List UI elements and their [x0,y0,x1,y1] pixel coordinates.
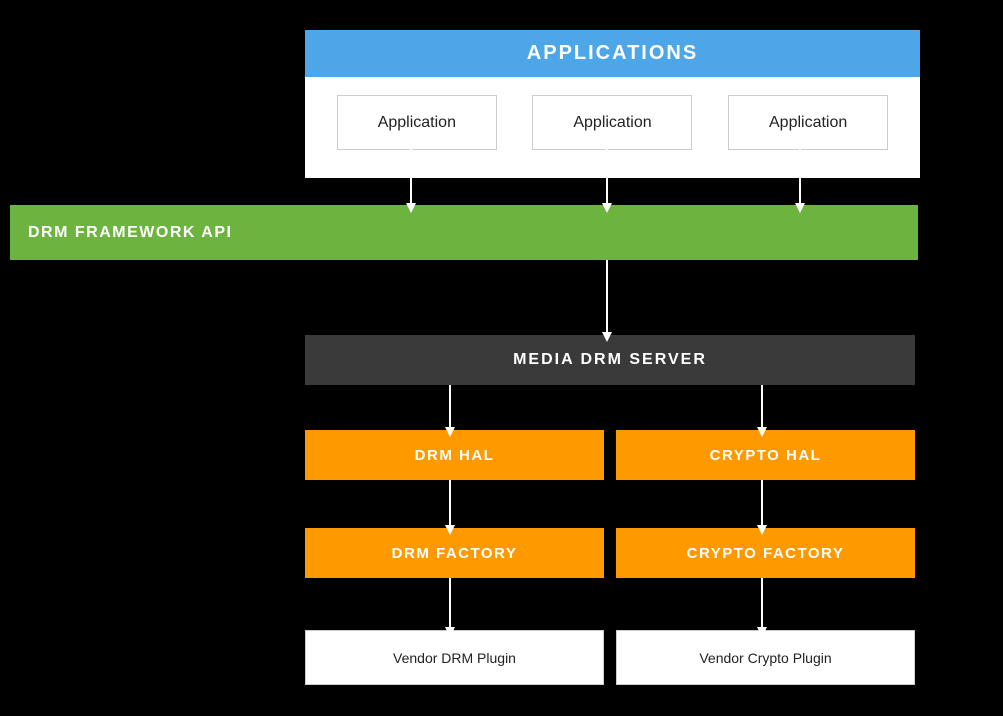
drm-framework-label: DRM FRAMEWORK API [28,224,232,242]
crypto-hal-box: CRYPTO HAL [616,430,915,480]
vendor-drm-plugin-box: Vendor DRM Plugin [305,630,604,685]
applications-body: Application Application Application [305,77,920,178]
drm-hal-box: DRM HAL [305,430,604,480]
drm-framework-bar: DRM FRAMEWORK API [10,205,918,260]
diagram: APPLICATIONS Application Application App… [0,0,1003,716]
media-drm-server-label: MEDIA DRM SERVER [513,351,707,369]
hal-row: DRM HAL CRYPTO HAL [305,430,915,480]
vendor-drm-plugin-label: Vendor DRM Plugin [393,650,516,666]
application-box-3: Application [728,95,888,150]
crypto-factory-label: CRYPTO FACTORY [687,545,845,562]
applications-header: APPLICATIONS [305,30,920,77]
drm-hal-label: DRM HAL [415,447,495,464]
vendor-crypto-plugin-box: Vendor Crypto Plugin [616,630,915,685]
vendor-crypto-plugin-label: Vendor Crypto Plugin [699,650,831,666]
factory-row: DRM FACTORY CRYPTO FACTORY [305,528,915,578]
drm-factory-box: DRM FACTORY [305,528,604,578]
media-drm-server-bar: MEDIA DRM SERVER [305,335,915,385]
crypto-factory-box: CRYPTO FACTORY [616,528,915,578]
drm-factory-label: DRM FACTORY [392,545,518,562]
crypto-hal-label: CRYPTO HAL [710,447,822,464]
vendor-row: Vendor DRM Plugin Vendor Crypto Plugin [305,630,915,685]
application-box-2: Application [532,95,692,150]
application-box-1: Application [337,95,497,150]
applications-container: APPLICATIONS Application Application App… [305,30,920,178]
